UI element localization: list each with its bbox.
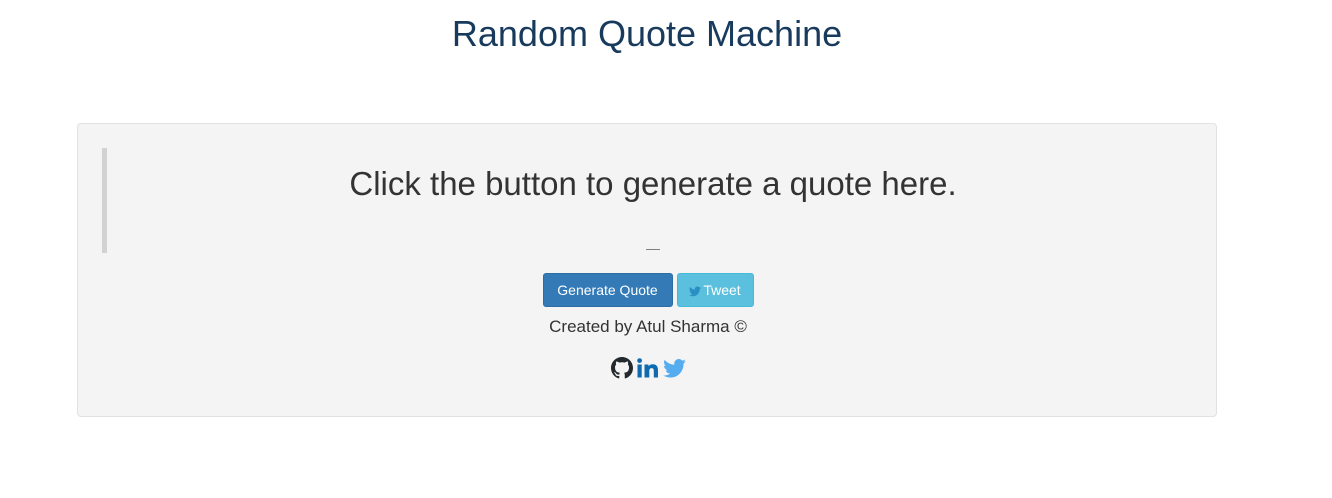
quote-author: — (646, 240, 660, 256)
linkedin-link[interactable] (636, 358, 659, 378)
credit-text: Created by Atul Sharma © (549, 317, 747, 336)
twitter-icon (662, 358, 686, 378)
github-icon (610, 357, 633, 379)
tweet-label: Tweet (703, 282, 741, 298)
page-title: Random Quote Machine (451, 13, 843, 54)
linkedin-icon (636, 358, 658, 378)
tweet-button[interactable]: Tweet (676, 273, 754, 307)
social-links (78, 357, 1218, 379)
twitter-link[interactable] (662, 358, 686, 378)
quote-blockquote: Click the button to generate a quote her… (102, 148, 1194, 256)
action-buttons: Generate Quote Tweet (78, 273, 1218, 307)
quote-card: Click the button to generate a quote her… (77, 123, 1217, 417)
twitter-icon (689, 286, 702, 297)
quote-text: Click the button to generate a quote her… (349, 165, 957, 202)
github-link[interactable] (610, 357, 633, 379)
generate-quote-button[interactable]: Generate Quote (542, 273, 673, 307)
